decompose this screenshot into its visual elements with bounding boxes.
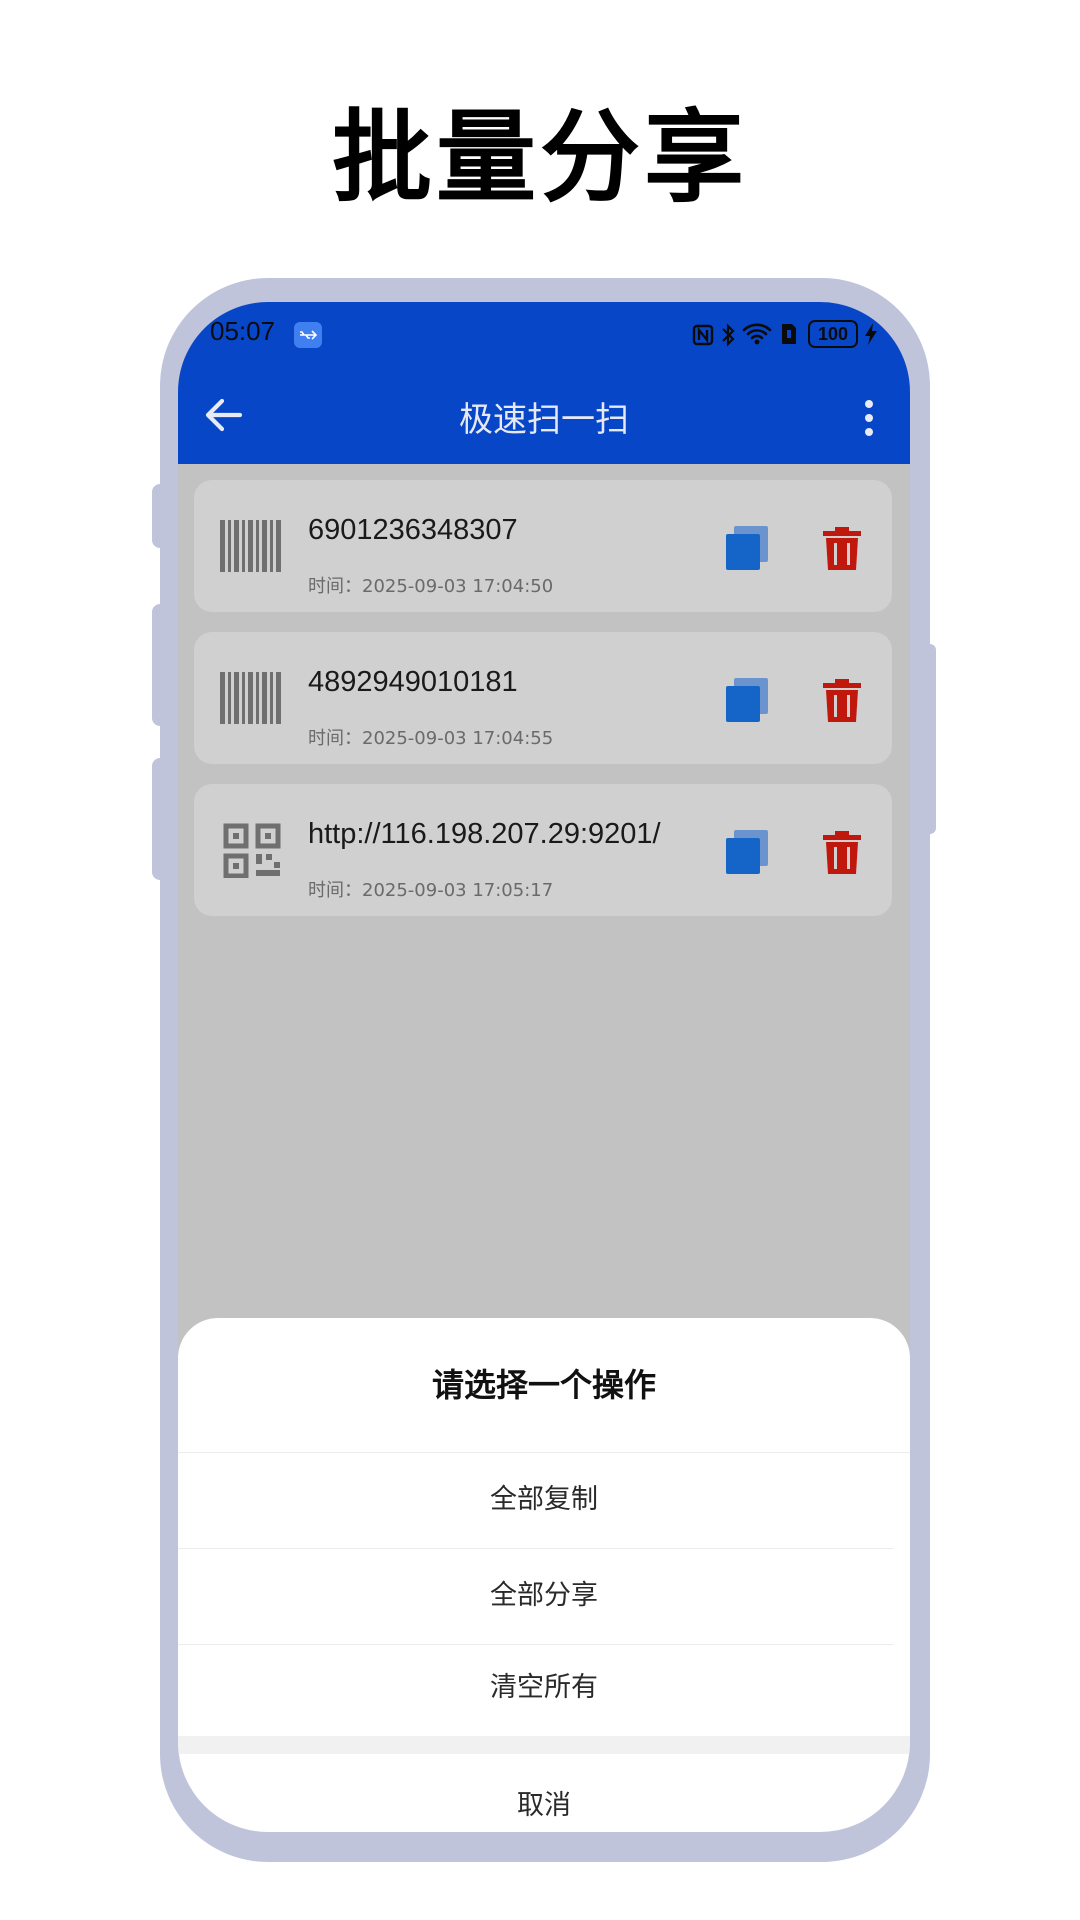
record-value: 4892949010181 — [308, 666, 518, 698]
usb-icon — [294, 322, 322, 348]
record-value: 6901236348307 — [308, 514, 518, 546]
clear-all-button[interactable]: 清空所有 — [178, 1640, 910, 1736]
status-time: 05:07 — [210, 316, 276, 346]
more-vert-icon[interactable] — [864, 398, 874, 438]
copy-icon[interactable] — [726, 828, 770, 874]
phone-frame: 05:07 100 极速扫一扫 6901236348307 时间：2025-09… — [160, 278, 930, 1862]
list-item[interactable]: http://116.198.207.29:9201/ 时间：2025-09-0… — [194, 784, 892, 916]
app-bar: 05:07 100 极速扫一扫 — [178, 302, 910, 464]
cancel-button[interactable]: 取消 — [178, 1756, 910, 1832]
charging-icon — [865, 323, 877, 345]
battery-icon: 100 — [808, 320, 858, 348]
trash-icon[interactable] — [822, 828, 862, 874]
qr-code-icon — [223, 823, 281, 878]
trash-icon[interactable] — [822, 524, 862, 570]
list-item[interactable]: 4892949010181 时间：2025-09-03 17:04:55 — [194, 632, 892, 764]
copy-icon[interactable] — [726, 676, 770, 722]
nfc-icon — [692, 324, 714, 346]
action-sheet-title: 请选择一个操作 — [431, 1366, 656, 1404]
barcode-icon — [220, 520, 281, 572]
sim-icon — [782, 324, 796, 344]
record-time: 时间：2025-09-03 17:05:17 — [308, 880, 554, 901]
bluetooth-icon — [722, 323, 735, 347]
promo-title: 批量分享 — [332, 99, 748, 216]
sheet-gap — [178, 1736, 910, 1754]
copy-icon[interactable] — [726, 524, 770, 570]
trash-icon[interactable] — [822, 676, 862, 722]
wifi-icon — [742, 323, 772, 345]
action-sheet: 请选择一个操作 全部复制 全部分享 清空所有 取消 — [178, 1318, 910, 1832]
record-time: 时间：2025-09-03 17:04:50 — [308, 576, 554, 597]
list-item[interactable]: 6901236348307 时间：2025-09-03 17:04:50 — [194, 480, 892, 612]
record-time: 时间：2025-09-03 17:04:55 — [308, 728, 554, 749]
copy-all-button[interactable]: 全部复制 — [178, 1452, 910, 1548]
record-value: http://116.198.207.29:9201/ — [308, 818, 661, 850]
barcode-icon — [220, 672, 281, 724]
phone-screen: 05:07 100 极速扫一扫 6901236348307 时间：2025-09… — [178, 302, 910, 1832]
app-title: 极速扫一扫 — [459, 400, 629, 440]
share-all-button[interactable]: 全部分享 — [178, 1548, 910, 1644]
